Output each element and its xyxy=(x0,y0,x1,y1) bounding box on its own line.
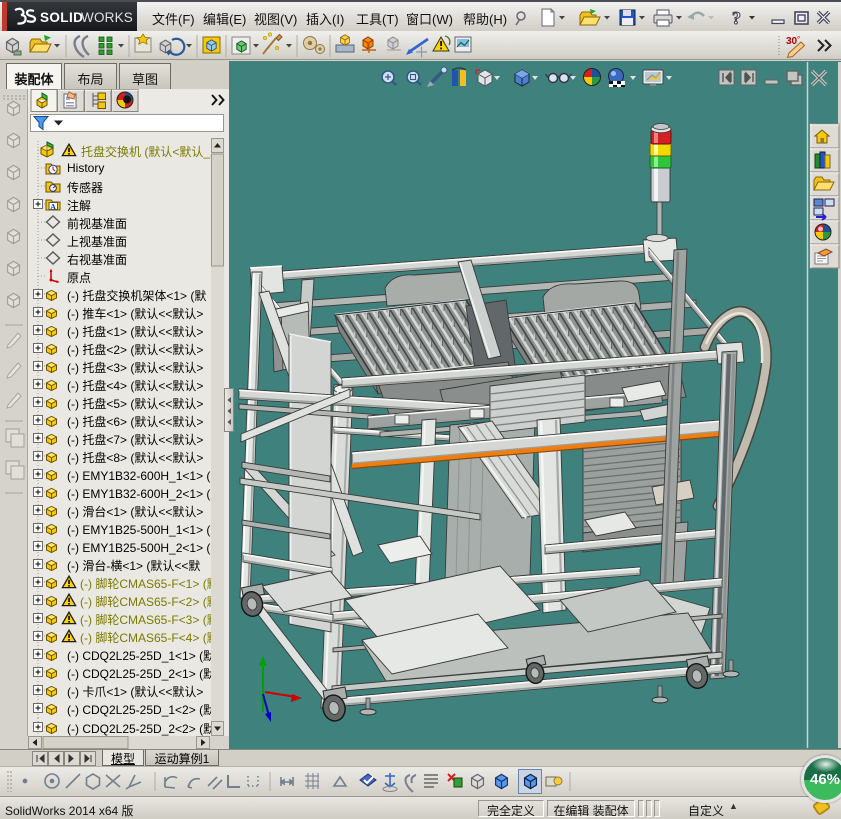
svg-text:A: A xyxy=(50,202,56,211)
svg-text:30: 30 xyxy=(786,36,798,47)
svg-text:?: ? xyxy=(732,8,741,28)
svg-text:SOLID: SOLID xyxy=(40,10,83,25)
svg-text:WORKS: WORKS xyxy=(81,10,133,25)
